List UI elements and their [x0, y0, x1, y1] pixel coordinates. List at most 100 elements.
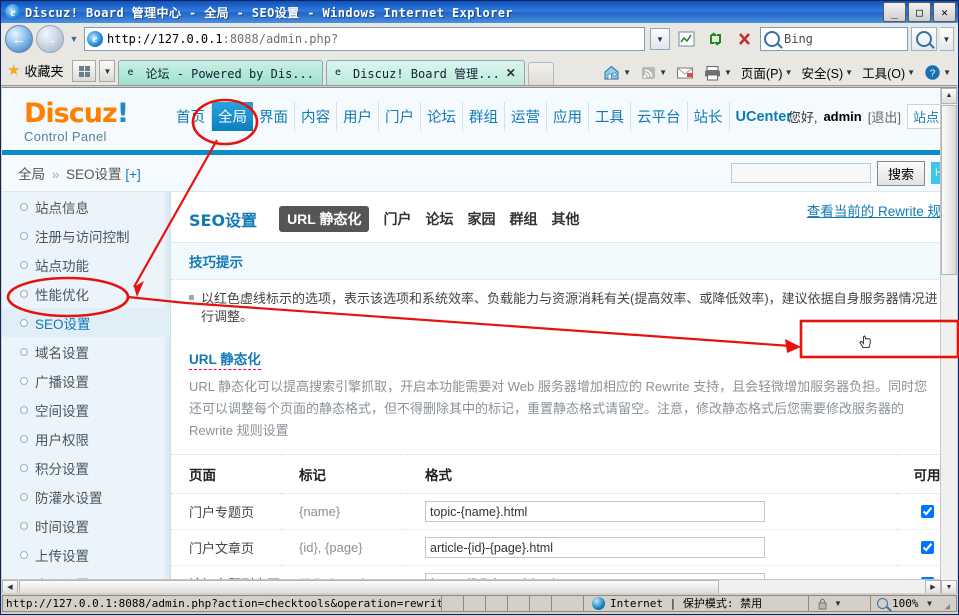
back-arrow-icon[interactable]: ← — [5, 25, 33, 53]
nav-item-content[interactable]: 内容 — [295, 102, 337, 131]
admin-search-input[interactable] — [730, 163, 871, 183]
sidebar-item-performance[interactable]: 性能优化 — [2, 279, 170, 308]
page-menu[interactable]: 页面(P) ▼ — [738, 63, 796, 82]
tab-group[interactable]: 群组 — [509, 209, 537, 229]
nav-item-home[interactable]: 首页 — [170, 102, 212, 131]
sidebar-item-upload[interactable]: 上传设置 — [2, 540, 170, 569]
maximize-button[interactable]: □ — [908, 2, 931, 22]
app-logo-exclaim: ! — [116, 98, 129, 129]
logout-link[interactable]: [退出] — [868, 107, 901, 126]
sidebar-item-site-features[interactable]: 站点功能 — [2, 250, 170, 279]
address-dropdown-icon[interactable]: ▼ — [650, 28, 670, 50]
nav-item-application[interactable]: 应用 — [547, 102, 589, 131]
nav-item-global[interactable]: 全局 — [212, 102, 253, 131]
breadcrumb-root[interactable]: 全局 — [18, 167, 45, 182]
page-favicon-icon: e — [87, 31, 103, 47]
search-provider-chevron-down-icon[interactable]: ▼ — [940, 27, 954, 51]
sidebar-item-time[interactable]: 时间设置 — [2, 511, 170, 540]
zoom-chevron-down-icon: ▼ — [927, 598, 932, 608]
nav-item-user[interactable]: 用户 — [337, 102, 379, 131]
stop-icon[interactable] — [731, 26, 757, 52]
help-menu[interactable]: ? ▼ — [921, 64, 954, 81]
sidebar-item-credits[interactable]: 积分设置 — [2, 453, 170, 482]
nav-item-group[interactable]: 群组 — [463, 102, 505, 131]
resize-grip-icon[interactable]: ◢ — [936, 595, 950, 612]
safety-menu[interactable]: 安全(S) ▼ — [799, 63, 857, 82]
nav-item-interface[interactable]: 界面 — [253, 102, 295, 131]
status-segment — [508, 594, 530, 612]
favorites-button[interactable]: ★ 收藏夹 — [5, 57, 69, 85]
new-tab-button[interactable] — [527, 62, 554, 85]
nav-item-portal[interactable]: 门户 — [379, 102, 421, 131]
compatibility-view-icon[interactable] — [673, 26, 699, 52]
column-header-format: 格式 — [407, 454, 897, 494]
bullet-icon — [20, 521, 28, 530]
nav-item-cloud[interactable]: 云平台 — [631, 102, 688, 131]
bullet-icon — [20, 405, 28, 414]
sidebar-item-antispam[interactable]: 防灌水设置 — [2, 482, 170, 511]
refresh-icon[interactable] — [702, 26, 728, 52]
read-mail-button[interactable] — [673, 66, 697, 80]
favorites-bar-chevron-down-icon[interactable]: ▼ — [99, 60, 116, 82]
tools-chevron-down-icon: ▼ — [907, 68, 916, 77]
breadcrumb: 全局 » SEO设置 [+] — [2, 163, 141, 183]
section-header: URL 静态化 — [171, 338, 957, 370]
format-input[interactable] — [425, 537, 765, 558]
sidebar-item-site-info[interactable]: 站点信息 — [2, 192, 170, 221]
security-zone[interactable]: Internet | 保护模式: 禁用 — [584, 594, 809, 612]
tab-home[interactable]: 家园 — [467, 209, 495, 229]
tools-menu[interactable]: 工具(O) ▼ — [859, 63, 918, 82]
nav-item-webmaster[interactable]: 站长 — [688, 102, 730, 131]
sidebar-item-broadcast[interactable]: 广播设置 — [2, 366, 170, 395]
sidebar-item-label: 积分设置 — [35, 461, 89, 477]
sidebar-item-label: 广播设置 — [35, 374, 89, 390]
home-button[interactable]: ▼ — [599, 64, 634, 81]
view-rewrite-rules-link[interactable]: 查看当前的 Rewrite 规 — [807, 200, 941, 220]
breadcrumb-expand[interactable]: [+] — [125, 167, 140, 182]
print-button[interactable]: ▼ — [700, 65, 735, 81]
search-placeholder: Bing — [784, 32, 813, 46]
minimize-button[interactable]: _ — [883, 2, 906, 22]
privacy-report[interactable]: ▼ — [809, 594, 871, 612]
browser-tab-1[interactable]: e 论坛 - Powered by Dis... — [118, 60, 323, 85]
nav-item-tools[interactable]: 工具 — [589, 102, 631, 131]
search-input[interactable]: Bing — [760, 27, 908, 51]
sidebar-item-space[interactable]: 空间设置 — [2, 395, 170, 424]
admin-search-button[interactable]: 搜索 — [876, 160, 925, 186]
format-input[interactable] — [425, 501, 765, 522]
nav-item-forum[interactable]: 论坛 — [421, 102, 463, 131]
bullet-icon — [20, 434, 28, 443]
zoom-control[interactable]: 100% ▼ ◢ — [871, 594, 957, 612]
sidebar-item-seo[interactable]: SEO设置 — [2, 308, 170, 337]
tab-other[interactable]: 其他 — [551, 209, 579, 229]
page-title: SEO设置 — [189, 211, 258, 230]
home-chevron-down-icon: ▼ — [623, 68, 632, 77]
vertical-scroll-thumb[interactable] — [941, 105, 957, 275]
nav-item-operation[interactable]: 运营 — [505, 102, 547, 131]
sidebar-item-domain[interactable]: 域名设置 — [2, 337, 170, 366]
address-bar[interactable]: e http://127.0.0.1:8088/admin.php? — [84, 27, 645, 51]
tab-url-static[interactable]: URL 静态化 — [279, 206, 370, 232]
tab-forum[interactable]: 论坛 — [425, 209, 453, 229]
close-button[interactable]: ✕ — [933, 2, 956, 22]
app-logo[interactable]: Discuz! Control Panel — [2, 88, 170, 145]
table-header-row: 页面 标记 格式 可用 — [171, 454, 957, 494]
vertical-scrollbar[interactable]: ▲ ▼ — [940, 88, 957, 596]
search-icon — [764, 31, 780, 47]
scroll-up-arrow-icon[interactable]: ▲ — [941, 88, 957, 104]
close-tab-icon[interactable]: ✕ — [506, 66, 516, 80]
browser-tab-2[interactable]: e Discuz! Board 管理... ✕ — [325, 60, 525, 85]
tools-menu-label: 工具(O) — [862, 67, 906, 81]
enabled-checkbox[interactable] — [921, 505, 934, 518]
recent-pages-chevron-down-icon[interactable]: ▼ — [67, 34, 81, 44]
search-go-button[interactable] — [911, 27, 937, 51]
sidebar-item-user-permission[interactable]: 用户权限 — [2, 424, 170, 453]
ie-browser-window: e Discuz! Board 管理中心 - 全局 - SEO设置 - Wind… — [0, 0, 959, 615]
feeds-button[interactable]: ▼ — [637, 65, 670, 81]
tab-portal[interactable]: 门户 — [383, 209, 411, 229]
favorites-bar-icon[interactable] — [72, 60, 97, 82]
sidebar-item-register-access[interactable]: 注册与访问控制 — [2, 221, 170, 250]
bullet-icon — [20, 550, 28, 559]
enabled-checkbox[interactable] — [921, 541, 934, 554]
forward-arrow-icon[interactable]: → — [36, 25, 64, 53]
